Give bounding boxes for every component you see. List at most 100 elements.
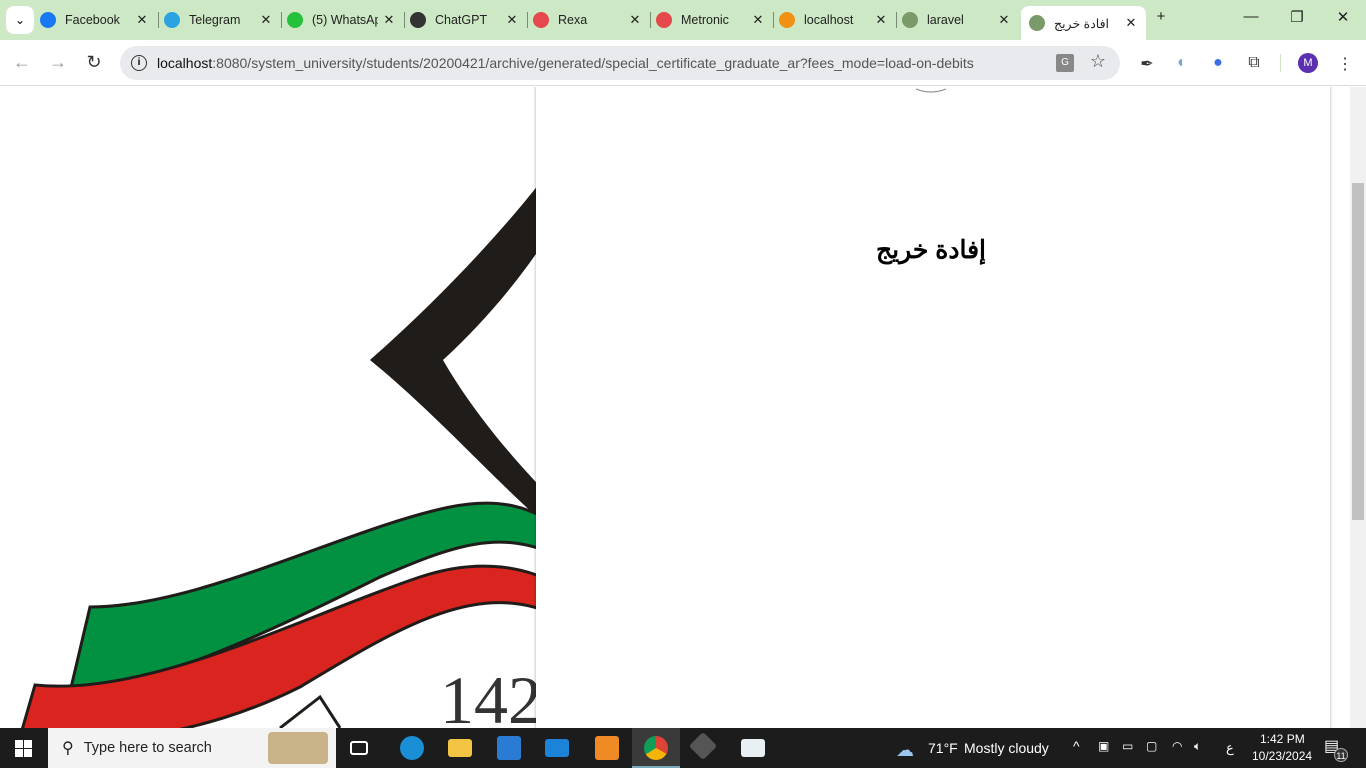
url-text[interactable]: localhost:8080/system_university/student… <box>157 55 974 71</box>
close-tab-icon[interactable]: ✕ <box>259 12 273 28</box>
tab-separator <box>650 12 651 28</box>
display-icon[interactable]: ▢ <box>1146 739 1157 753</box>
tab-active-certificate[interactable]: افادة خريج ✕ <box>1021 6 1146 40</box>
address-bar[interactable]: i localhost:8080/system_university/stude… <box>120 46 1120 80</box>
scrollbar-thumb[interactable] <box>1352 183 1364 520</box>
camera-icon[interactable]: ▣ <box>1098 739 1109 753</box>
extensions-puzzle-icon[interactable]: ⧉ <box>1244 54 1264 72</box>
profile-avatar[interactable]: M <box>1298 53 1318 73</box>
translate-icon[interactable]: G <box>1056 54 1074 72</box>
tab-separator <box>773 12 774 28</box>
show-hidden-icons[interactable]: ^ <box>1073 738 1080 754</box>
tab-rexa[interactable]: Rexa ✕ <box>533 8 642 32</box>
facebook-icon <box>40 12 56 28</box>
close-tab-icon[interactable]: ✕ <box>135 12 149 28</box>
close-tab-icon[interactable]: ✕ <box>628 12 642 28</box>
close-window-button[interactable]: ✕ <box>1328 8 1358 26</box>
clock-time[interactable]: 1:42 PM <box>1260 732 1305 746</box>
tab-telegram[interactable]: Telegram ✕ <box>164 8 273 32</box>
search-icon: ⚲ <box>62 740 74 757</box>
input-language[interactable]: ع <box>1226 740 1234 756</box>
whatsapp-icon <box>287 12 303 28</box>
tab-localhost[interactable]: localhost ✕ <box>779 8 888 32</box>
tab-facebook[interactable]: Facebook ✕ <box>40 8 149 32</box>
new-tab-button[interactable]: + <box>1146 8 1176 25</box>
university-seal-icon <box>915 88 947 93</box>
tab-strip: ⌄ Facebook✕Telegram✕(5) WhatsApp✕ChatGPT… <box>0 0 1366 40</box>
forward-button[interactable]: → <box>46 52 70 73</box>
browser-toolbar: ← → ↻ i localhost:8080/system_university… <box>0 40 1366 86</box>
back-button[interactable]: ← <box>10 52 34 73</box>
minimize-button[interactable]: — <box>1236 8 1266 25</box>
start-button[interactable] <box>15 740 32 757</box>
close-tab-icon[interactable]: ✕ <box>1124 15 1138 31</box>
close-tab-icon[interactable]: ✕ <box>505 12 519 28</box>
weather-text[interactable]: Mostly cloudy <box>964 740 1049 756</box>
divider <box>1280 54 1281 72</box>
bookmark-star-icon[interactable]: ☆ <box>1090 51 1106 72</box>
edge-icon[interactable] <box>400 736 424 760</box>
volume-icon[interactable]: 🔈︎ <box>1194 739 1201 754</box>
tab-label: laravel <box>927 13 964 27</box>
telegram-icon <box>164 12 180 28</box>
wifi-icon[interactable]: ◠ <box>1172 739 1182 753</box>
close-tab-icon[interactable]: ✕ <box>382 12 396 28</box>
restore-button[interactable]: ❐ <box>1282 8 1312 26</box>
page-viewport: 142 إفادة خريج <box>0 87 1350 728</box>
tab-chatgpt[interactable]: ChatGPT ✕ <box>410 8 519 32</box>
chatgpt-icon <box>410 12 426 28</box>
windows-taskbar: ⚲ Type here to search ☁ 71°F Mostly clou… <box>0 728 1366 768</box>
file-explorer-icon[interactable] <box>448 739 472 757</box>
tab-separator <box>281 12 282 28</box>
reload-button[interactable]: ↻ <box>82 52 106 73</box>
tab-label: Telegram <box>189 13 241 27</box>
search-placeholder: Type here to search <box>83 740 212 756</box>
site-info-icon[interactable]: i <box>131 55 147 71</box>
tab-search-button[interactable]: ⌄ <box>6 6 34 34</box>
tab-5-whatsapp[interactable]: (5) WhatsApp ✕ <box>287 8 396 32</box>
tab-separator <box>404 12 405 28</box>
chrome-taskbar-button[interactable] <box>632 728 680 768</box>
close-tab-icon[interactable]: ✕ <box>874 12 888 28</box>
taskbar-search[interactable]: ⚲ Type here to search <box>48 728 336 768</box>
weather-temp[interactable]: 71°F <box>928 740 958 756</box>
phpmyadmin-icon <box>779 12 795 28</box>
certificate-title: إفادة خريج <box>875 236 987 264</box>
close-tab-icon[interactable]: ✕ <box>751 12 765 28</box>
rexa-icon <box>533 12 549 28</box>
tab-laravel[interactable]: laravel ✕ <box>902 8 1011 32</box>
store-icon[interactable] <box>497 736 521 760</box>
url-path: :8080/system_university/students/2020042… <box>212 55 974 71</box>
git-icon[interactable] <box>688 731 718 761</box>
tab-separator <box>527 12 528 28</box>
metronic-icon <box>656 12 672 28</box>
task-view-icon[interactable] <box>350 741 368 755</box>
university-logo-icon <box>1029 15 1045 31</box>
tab-label: Facebook <box>65 13 120 27</box>
watermark-logo: 142 <box>21 157 560 728</box>
tab-label: افادة خريج <box>1054 16 1110 31</box>
tab-label: ChatGPT <box>435 13 488 27</box>
tab-metronic[interactable]: Metronic ✕ <box>656 8 765 32</box>
close-tab-icon[interactable]: ✕ <box>997 12 1011 28</box>
vertical-scrollbar[interactable] <box>1350 87 1366 728</box>
menu-kebab-icon[interactable]: ⋮ <box>1335 54 1355 74</box>
clock-date[interactable]: 10/23/2024 <box>1252 749 1312 763</box>
weather-icon[interactable]: ☁ <box>896 740 914 761</box>
tab-separator <box>158 12 159 28</box>
mail-icon[interactable] <box>545 739 569 757</box>
battery-icon[interactable]: ▭ <box>1122 739 1133 753</box>
extension-icon[interactable]: ◐ <box>1172 54 1192 72</box>
university-logo-icon <box>902 12 918 28</box>
watermark-year: 142 <box>440 662 542 728</box>
tab-separator <box>896 12 897 28</box>
tab-label: localhost <box>804 13 854 27</box>
certificate-page: إفادة خريج <box>536 87 1330 728</box>
extension-blue-icon[interactable]: ● <box>1208 54 1228 72</box>
app-window-icon[interactable] <box>741 739 765 757</box>
tab-label: Rexa <box>558 13 588 27</box>
tab-label: Metronic <box>681 13 729 27</box>
eyedropper-extension-icon[interactable]: ✒ <box>1137 54 1157 74</box>
search-highlight-icon <box>268 732 328 764</box>
sublime-icon[interactable] <box>595 736 619 760</box>
